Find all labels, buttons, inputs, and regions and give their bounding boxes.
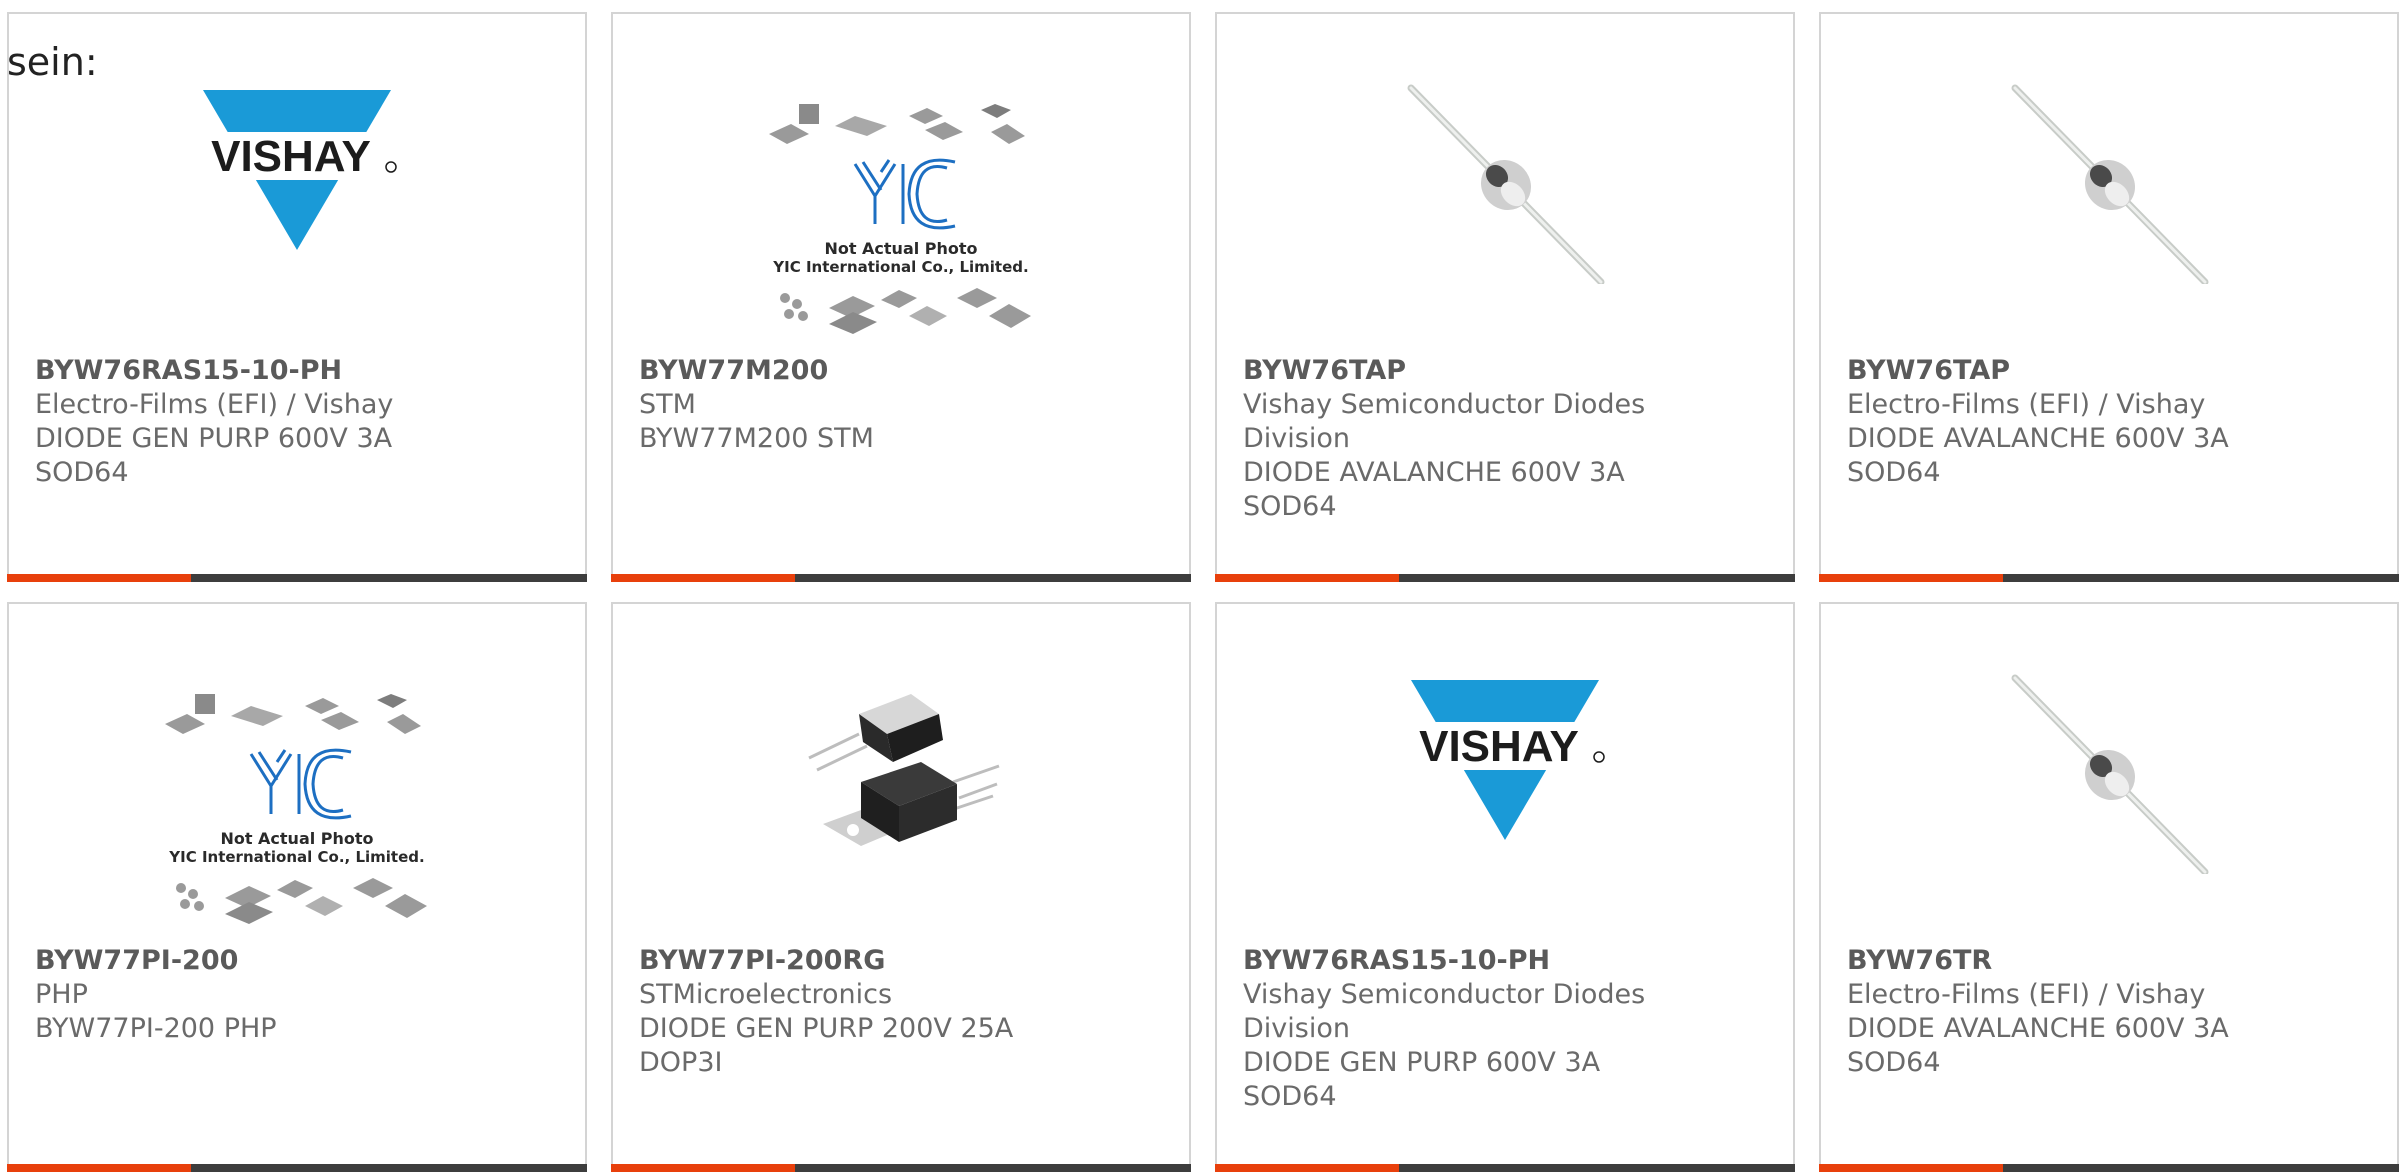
product-info: BYW76TAP Vishay Semiconductor Diodes Div… (1243, 354, 1767, 524)
part-number[interactable]: BYW76TR (1847, 944, 2371, 978)
card-bottom-bar (7, 1164, 587, 1172)
product-info: BYW76TAP Electro-Films (EFI) / Vishay DI… (1847, 354, 2371, 490)
axial-diode-image (2009, 674, 2209, 874)
card-bottom-bar (1819, 574, 2399, 582)
product-image[interactable]: VISHAY (9, 84, 585, 304)
product-card[interactable]: BYW76TR Electro-Films (EFI) / Vishay DIO… (1819, 602, 2399, 1172)
product-info: BYW76TR Electro-Films (EFI) / Vishay DIO… (1847, 944, 2371, 1080)
description: BYW77PI-200 PHP (35, 1013, 277, 1044)
product-info: BYW77M200 STM BYW77M200 STM (639, 354, 1163, 456)
yic-placeholder-image: Not Actual Photo YIC International Co., … (769, 102, 1033, 338)
vishay-logo: VISHAY (195, 84, 399, 254)
description: DIODE AVALANCHE 600V 3A (1847, 1013, 2229, 1044)
product-info: BYW77PI-200 PHP BYW77PI-200 PHP (35, 944, 559, 1046)
manufacturer: Vishay Semiconductor Diodes (1243, 979, 1646, 1010)
card-bottom-bar (611, 574, 1191, 582)
product-card[interactable]: VISHAY BYW76RAS15-10-PH Vishay Semicondu… (1215, 602, 1795, 1172)
svg-text:YIC International Co., Limited: YIC International Co., Limited. (772, 258, 1028, 276)
product-image[interactable]: Not Actual Photo YIC International Co., … (9, 692, 585, 924)
manufacturer: Vishay Semiconductor Diodes (1243, 389, 1646, 420)
axial-diode-image (2009, 84, 2209, 284)
product-card[interactable]: Not Actual Photo YIC International Co., … (7, 602, 587, 1172)
description: BYW77M200 STM (639, 423, 874, 454)
part-number[interactable]: BYW77M200 (639, 354, 1163, 388)
package: SOD64 (1243, 491, 1337, 522)
product-grid: VISHAY BYW76RAS15-10-PH Electro-Films (E… (7, 12, 2400, 1172)
card-bar-accent (611, 574, 795, 582)
product-info: BYW76RAS15-10-PH Electro-Films (EFI) / V… (35, 354, 559, 490)
axial-diode-image (1405, 84, 1605, 284)
svg-text:YIC International Co., Limited: YIC International Co., Limited. (168, 848, 424, 866)
package: SOD64 (1847, 457, 1941, 488)
part-number[interactable]: BYW76RAS15-10-PH (35, 354, 559, 388)
card-bar-accent (7, 1164, 191, 1172)
package: SOD64 (1847, 1047, 1941, 1078)
product-info: BYW77PI-200RG STMicroelectronics DIODE G… (639, 944, 1163, 1080)
manufacturer: STMicroelectronics (639, 979, 893, 1010)
part-number[interactable]: BYW76TAP (1243, 354, 1767, 388)
product-card[interactable]: BYW76TAP Vishay Semiconductor Diodes Div… (1215, 12, 1795, 582)
description: DIODE GEN PURP 200V 25A (639, 1013, 1014, 1044)
description: DIODE GEN PURP 600V 3A (1243, 1047, 1601, 1078)
card-bar-accent (1819, 1164, 2003, 1172)
vishay-logo: VISHAY (1403, 674, 1607, 844)
card-bottom-bar (1819, 1164, 2399, 1172)
product-card[interactable]: BYW77PI-200RG STMicroelectronics DIODE G… (611, 602, 1191, 1172)
svg-text:Not Actual Photo: Not Actual Photo (824, 239, 977, 258)
manufacturer-cont: Division (1243, 423, 1350, 454)
manufacturer: STM (639, 389, 696, 420)
to-package-image (801, 674, 1001, 874)
product-info: BYW76RAS15-10-PH Vishay Semiconductor Di… (1243, 944, 1767, 1114)
manufacturer: PHP (35, 979, 88, 1010)
manufacturer-cont: Division (1243, 1013, 1350, 1044)
description: DIODE AVALANCHE 600V 3A (1243, 457, 1625, 488)
card-bar-accent (611, 1164, 795, 1172)
part-number[interactable]: BYW77PI-200RG (639, 944, 1163, 978)
card-bottom-bar (7, 574, 587, 582)
manufacturer: Electro-Films (EFI) / Vishay (35, 389, 394, 420)
card-bar-accent (1819, 574, 2003, 582)
product-image[interactable]: VISHAY (1217, 674, 1793, 894)
product-image[interactable]: Not Actual Photo YIC International Co., … (613, 102, 1189, 334)
svg-text:Not Actual Photo: Not Actual Photo (220, 829, 373, 848)
card-bar-accent (7, 574, 191, 582)
card-bottom-bar (1215, 1164, 1795, 1172)
svg-text:VISHAY: VISHAY (1419, 722, 1579, 771)
product-image[interactable] (613, 674, 1189, 894)
intro-text: sein: (7, 40, 98, 84)
package: DOP3I (639, 1047, 723, 1078)
card-bottom-bar (1215, 574, 1795, 582)
description: DIODE GEN PURP 600V 3A (35, 423, 393, 454)
product-image[interactable] (1217, 84, 1793, 304)
card-bottom-bar (611, 1164, 1191, 1172)
part-number[interactable]: BYW77PI-200 (35, 944, 559, 978)
description: DIODE AVALANCHE 600V 3A (1847, 423, 2229, 454)
package: SOD64 (35, 457, 129, 488)
product-card[interactable]: VISHAY BYW76RAS15-10-PH Electro-Films (E… (7, 12, 587, 582)
package: SOD64 (1243, 1081, 1337, 1112)
product-image[interactable] (1821, 84, 2397, 304)
yic-placeholder-image: Not Actual Photo YIC International Co., … (165, 692, 429, 928)
manufacturer: Electro-Films (EFI) / Vishay (1847, 979, 2206, 1010)
product-card[interactable]: Not Actual Photo YIC International Co., … (611, 12, 1191, 582)
part-number[interactable]: BYW76TAP (1847, 354, 2371, 388)
product-card[interactable]: BYW76TAP Electro-Films (EFI) / Vishay DI… (1819, 12, 2399, 582)
manufacturer: Electro-Films (EFI) / Vishay (1847, 389, 2206, 420)
svg-text:VISHAY: VISHAY (211, 132, 371, 181)
card-bar-accent (1215, 1164, 1399, 1172)
product-image[interactable] (1821, 674, 2397, 894)
card-bar-accent (1215, 574, 1399, 582)
part-number[interactable]: BYW76RAS15-10-PH (1243, 944, 1767, 978)
